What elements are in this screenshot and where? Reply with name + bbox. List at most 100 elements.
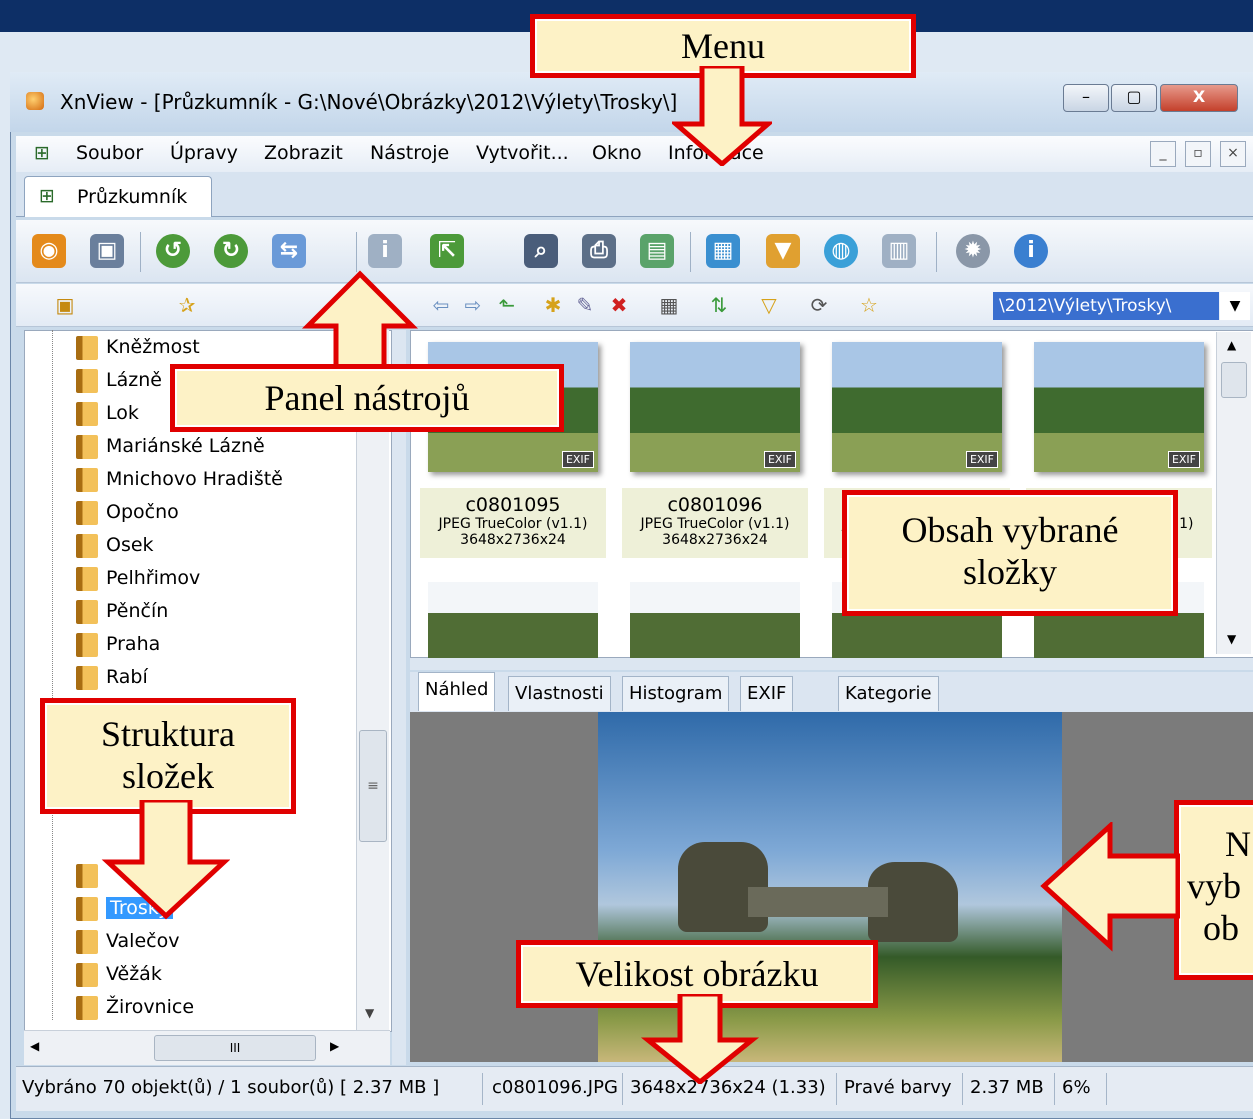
address-field[interactable]: \2012\Výlety\Trosky\ xyxy=(993,292,1219,320)
folder-item[interactable]: Opočno xyxy=(76,497,179,527)
thumbnail-image xyxy=(428,582,598,670)
search-icon[interactable]: ⌕ xyxy=(524,234,558,268)
mdi-minimize-button[interactable]: _ xyxy=(1150,141,1176,167)
status-color-mode: Pravé barvy xyxy=(844,1077,952,1098)
sort-icon[interactable]: ⇅ xyxy=(706,292,732,318)
status-file-size: 2.37 MB xyxy=(970,1077,1044,1098)
close-button[interactable]: X xyxy=(1160,84,1238,112)
callout-image-size-arrow-icon xyxy=(640,994,760,1084)
folder-item[interactable]: Lok xyxy=(76,398,139,428)
rotate-left-icon[interactable]: ↺ xyxy=(156,234,190,268)
folder-item[interactable]: Valečov xyxy=(76,926,179,956)
back-icon[interactable]: ⇦ xyxy=(428,292,454,318)
scroll-thumb[interactable] xyxy=(1221,362,1247,398)
status-bar: Vybráno 70 objekt(ů) / 1 soubor(ů) [ 2.3… xyxy=(16,1066,1253,1111)
new-folder-icon[interactable]: ✱ xyxy=(540,292,566,318)
refresh-icon[interactable]: ⟳ xyxy=(806,292,832,318)
rename-icon[interactable]: ✎ xyxy=(572,292,598,318)
folder-icon xyxy=(76,566,98,591)
folder-item[interactable]: Mariánské Lázně xyxy=(76,431,265,461)
scroll-right-icon[interactable]: ▶ xyxy=(330,1039,339,1053)
print-icon[interactable]: ⎙ xyxy=(582,234,616,268)
thumbnail-vertical-scrollbar[interactable]: ▲ ▼ xyxy=(1216,332,1251,654)
scroll-thumb[interactable]: ≡ xyxy=(359,730,387,842)
file-info-icon[interactable]: i xyxy=(368,234,402,268)
rotate-right-icon[interactable]: ↻ xyxy=(214,234,248,268)
folder-item[interactable]: Rabí xyxy=(76,662,148,692)
folder-icon xyxy=(76,434,98,459)
view-image-icon[interactable]: ◉ xyxy=(32,234,66,268)
callout-tree: Struktura složek xyxy=(40,698,296,814)
mdi-close-button[interactable]: × xyxy=(1220,141,1246,167)
scroll-down-icon[interactable]: ▼ xyxy=(365,1006,374,1020)
tab-histogram[interactable]: Histogram xyxy=(622,676,730,711)
folder-tree-horizontal-scrollbar[interactable]: ◀ III ▶ xyxy=(24,1030,390,1065)
explorer-menu-icon: ⊞ xyxy=(34,142,50,164)
xnview-app-icon xyxy=(26,92,44,110)
menu-view[interactable]: Zobrazit xyxy=(264,142,343,164)
vertical-splitter[interactable] xyxy=(392,330,406,1065)
scroll-left-icon[interactable]: ◀ xyxy=(30,1039,39,1053)
tab-explorer[interactable]: ⊞ Průzkumník xyxy=(24,176,212,217)
fullscreen-icon[interactable]: ▣ xyxy=(90,234,124,268)
folder-icon xyxy=(76,368,98,393)
presentation-icon[interactable]: ▼ xyxy=(766,234,800,268)
parent-folder-icon[interactable]: ⬑ xyxy=(494,292,520,318)
filter-icon[interactable]: ▽ xyxy=(756,292,782,318)
view-mode-icon[interactable]: ▦ xyxy=(656,292,682,318)
callout-content: Obsah vybrané složky xyxy=(842,490,1178,616)
status-zoom: 6% xyxy=(1062,1077,1091,1098)
thumbnail-image: EXIF xyxy=(630,342,800,472)
menu-tools[interactable]: Nástroje xyxy=(370,142,449,164)
tab-exif[interactable]: EXIF xyxy=(740,676,794,711)
folder-item[interactable]: Věžák xyxy=(76,959,162,989)
contact-sheet-icon[interactable]: ▥ xyxy=(882,234,916,268)
folder-icon xyxy=(76,533,98,558)
address-dropdown-icon[interactable]: ▼ xyxy=(1220,292,1250,320)
slideshow-icon[interactable]: ▤ xyxy=(640,234,674,268)
folder-item[interactable]: Kněžmost xyxy=(76,332,200,362)
folder-icon xyxy=(76,632,98,657)
folder-icon xyxy=(76,995,98,1020)
copy-to-icon[interactable]: ⇱ xyxy=(430,234,464,268)
menu-create[interactable]: Vytvořit... xyxy=(476,142,569,164)
maximize-button[interactable]: ▢ xyxy=(1111,84,1157,112)
status-selection: Vybráno 70 objekt(ů) / 1 soubor(ů) [ 2.3… xyxy=(22,1077,440,1098)
forward-icon[interactable]: ⇨ xyxy=(460,292,486,318)
bookmark-star-icon[interactable]: ☆ xyxy=(856,292,882,318)
folder-item[interactable]: Mnichovo Hradiště xyxy=(76,464,283,494)
tree-guide-line xyxy=(52,330,54,1020)
tab-categories[interactable]: Kategorie xyxy=(838,676,939,711)
folder-icon xyxy=(76,962,98,987)
tab-properties[interactable]: Vlastnosti xyxy=(508,676,611,711)
callout-menu-arrow-icon xyxy=(672,66,772,166)
folder-item[interactable]: Osek xyxy=(76,530,154,560)
settings-gear-icon[interactable]: ✹ xyxy=(956,234,990,268)
folder-tree-vertical-scrollbar[interactable]: ≡ ▼ xyxy=(356,330,389,1030)
folder-item[interactable]: Pelhřimov xyxy=(76,563,200,593)
scroll-thumb[interactable]: III xyxy=(154,1035,316,1061)
about-info-icon[interactable]: i xyxy=(1014,234,1048,268)
capture-icon[interactable]: ▦ xyxy=(706,234,740,268)
folder-item[interactable]: Žirovnice xyxy=(76,992,194,1022)
convert-icon[interactable]: ⇆ xyxy=(272,234,306,268)
menu-window[interactable]: Okno xyxy=(592,142,642,164)
menu-edit[interactable]: Úpravy xyxy=(170,142,238,164)
folders-tab-icon[interactable]: ▣ xyxy=(52,292,78,318)
horizontal-splitter[interactable] xyxy=(410,658,1253,670)
tab-preview[interactable]: Náhled xyxy=(418,672,496,711)
folder-icon xyxy=(76,500,98,525)
scroll-up-icon[interactable]: ▲ xyxy=(1227,338,1236,352)
scroll-down-icon[interactable]: ▼ xyxy=(1227,632,1236,646)
folder-item[interactable]: Praha xyxy=(76,629,160,659)
mdi-restore-button[interactable]: ▫ xyxy=(1185,141,1211,167)
folder-item[interactable]: Lázně xyxy=(76,365,162,395)
folder-item[interactable]: Pěnčín xyxy=(76,596,168,626)
callout-toolbar: Panel nástrojů xyxy=(170,364,564,432)
menu-file[interactable]: Soubor xyxy=(76,142,143,164)
minimize-button[interactable]: – xyxy=(1063,84,1109,112)
folder-icon xyxy=(76,467,98,492)
favorites-tab-icon[interactable]: ✰ xyxy=(174,292,200,318)
delete-icon[interactable]: ✖ xyxy=(606,292,632,318)
web-page-icon[interactable]: ◍ xyxy=(824,234,858,268)
